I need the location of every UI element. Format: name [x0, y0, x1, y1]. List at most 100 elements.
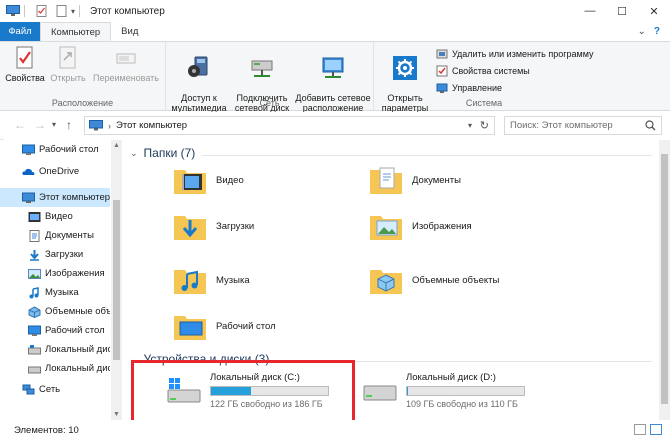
tab-file[interactable]: Файл — [0, 22, 40, 41]
nav-item-label: Рабочий стол — [39, 144, 99, 155]
nav-item-desktop-2[interactable]: Рабочий стол — [0, 321, 110, 340]
nav-item-3d-objects[interactable]: Объемные объекты — [0, 302, 110, 321]
content-scroll-thumb[interactable] — [661, 154, 668, 404]
nav-scroll-thumb[interactable] — [113, 200, 120, 360]
folders-section-header[interactable]: ⌄ Папки (7) — [130, 146, 195, 160]
nav-item-onedrive[interactable]: OneDrive — [0, 162, 110, 181]
folder-3d-objects[interactable]: Объемные объекты — [368, 260, 499, 300]
nav-item-video[interactable]: Видео — [0, 207, 110, 226]
address-dropdown-icon[interactable]: ▾ — [468, 121, 472, 130]
chevron-down-icon[interactable]: ⌄ — [130, 148, 138, 159]
collapse-ribbon-icon[interactable]: ⌄ — [638, 26, 646, 37]
system-properties-button[interactable]: Свойства системы — [436, 65, 530, 77]
tab-computer[interactable]: Компьютер — [40, 22, 112, 41]
nav-item-network[interactable]: Сеть — [0, 380, 110, 399]
manage-icon — [436, 83, 448, 93]
drive-d[interactable]: Локальный диск (D:) 109 ГБ свободно из 1… — [362, 372, 525, 409]
folder-label: Объемные объекты — [412, 274, 500, 286]
rename-button[interactable]: Переименовать — [90, 45, 162, 83]
nav-item-documents[interactable]: Документы — [0, 226, 110, 245]
up-arrow-icon[interactable]: ↑ — [66, 118, 72, 132]
ribbon-group-system-label: Система — [465, 98, 503, 108]
nav-item-label: Локальный диск — [45, 363, 110, 374]
recent-locations-icon[interactable]: ▾ — [52, 120, 56, 129]
ribbon: Свойства Открыть Переименовать Расположе… — [0, 41, 670, 113]
network-drive-icon — [251, 60, 273, 77]
3d-objects-folder-icon — [370, 270, 402, 294]
scroll-down-icon[interactable]: ▼ — [113, 411, 120, 418]
nav-item-label: Локальный диск — [45, 344, 110, 355]
minimize-button[interactable]: — — [574, 0, 606, 22]
folders-section-title: Папки (7) — [143, 146, 196, 160]
folder-label: Загрузки — [216, 220, 255, 232]
nav-item-label: Изображения — [45, 268, 105, 279]
drive-usage-fill — [407, 387, 409, 395]
folder-downloads[interactable]: Загрузки — [172, 206, 254, 246]
nav-item-desktop[interactable]: Рабочий стол — [0, 140, 110, 159]
downloads-folder-icon — [174, 216, 206, 240]
content-scrollbar[interactable] — [659, 140, 670, 420]
details-view-icon[interactable] — [634, 424, 646, 435]
search-icon — [645, 120, 656, 131]
drive-icon — [28, 344, 41, 354]
nav-item-pictures[interactable]: Изображения — [0, 264, 110, 283]
ribbon-group-location: Свойства Открыть Переименовать Расположе… — [0, 42, 166, 110]
search-input[interactable]: Поиск: Этот компьютер — [504, 116, 662, 135]
section-divider — [202, 155, 652, 156]
drive-free-space: 109 ГБ свободно из 110 ГБ — [406, 399, 518, 409]
folder-pictures[interactable]: Изображения — [368, 206, 472, 246]
documents-folder-icon — [370, 167, 402, 194]
quick-access-dropdown-icon[interactable]: ▾ — [71, 7, 75, 16]
desktop-icon — [22, 144, 35, 155]
folder-desktop[interactable]: Рабочий стол — [172, 306, 276, 346]
nav-scrollbar[interactable]: ▲ ▼ — [111, 140, 122, 420]
navigation-pane: Рабочий стол OneDrive Этот компьютер Вид… — [0, 140, 122, 420]
open-label: Открыть — [50, 73, 86, 83]
documents-icon — [29, 229, 40, 242]
tab-view[interactable]: Вид — [111, 22, 148, 41]
breadcrumb[interactable]: Этот компьютер — [116, 120, 187, 131]
folder-label: Документы — [412, 174, 461, 186]
address-bar[interactable]: › Этот компьютер ▾ ↻ — [84, 116, 495, 135]
breadcrumb-chevron-icon[interactable]: › — [108, 121, 111, 131]
folder-video[interactable]: Видео — [172, 160, 244, 200]
properties-button[interactable]: Свойства — [4, 45, 46, 83]
folder-music[interactable]: Музыка — [172, 260, 250, 300]
nav-item-this-pc[interactable]: Этот компьютер — [0, 188, 110, 207]
ribbon-group-network: Доступ к мультимедиа Подключить сетевой … — [166, 42, 374, 113]
nav-item-music[interactable]: Музыка — [0, 283, 110, 302]
item-count: Элементов: 10 — [14, 424, 79, 436]
new-folder-quick-icon[interactable] — [55, 5, 69, 17]
pictures-folder-icon — [370, 216, 402, 240]
maximize-button[interactable]: ☐ — [606, 0, 638, 22]
nav-item-local-disk-c[interactable]: Локальный диск — [0, 340, 110, 359]
ribbon-group-network-label: Сеть — [259, 98, 280, 108]
search-placeholder: Поиск: Этот компьютер — [510, 120, 613, 131]
open-button[interactable]: Открыть — [48, 45, 88, 83]
scroll-up-icon[interactable]: ▲ — [113, 142, 120, 149]
manage-button[interactable]: Управление — [436, 82, 502, 94]
properties-quick-icon[interactable] — [35, 5, 49, 17]
folder-label: Музыка — [216, 274, 250, 286]
nav-item-label: Сеть — [39, 384, 61, 395]
refresh-icon[interactable]: ↻ — [480, 119, 489, 132]
back-arrow-icon[interactable]: ← — [14, 118, 26, 132]
rename-label: Переименовать — [93, 73, 159, 83]
title-bar: ▾ Этот компьютер — ☐ ✕ — [0, 0, 670, 22]
uninstall-program-button[interactable]: Удалить или изменить программу — [436, 48, 593, 60]
folder-documents[interactable]: Документы — [368, 160, 461, 200]
computer-icon — [89, 120, 103, 131]
help-icon[interactable]: ? — [654, 26, 660, 37]
nav-item-label: Музыка — [45, 287, 79, 298]
nav-item-downloads[interactable]: Загрузки — [0, 245, 110, 264]
forward-arrow-icon[interactable]: → — [34, 118, 46, 132]
system-properties-label: Свойства системы — [452, 66, 530, 76]
uninstall-label: Удалить или изменить программу — [452, 49, 594, 59]
properties-icon — [16, 46, 33, 69]
large-icons-view-icon[interactable] — [650, 424, 662, 435]
close-button[interactable]: ✕ — [638, 0, 670, 22]
folder-label: Рабочий стол — [216, 320, 276, 332]
nav-item-label: Документы — [45, 230, 94, 241]
uninstall-icon — [436, 49, 448, 59]
nav-item-local-disk-d[interactable]: Локальный диск — [0, 359, 110, 378]
